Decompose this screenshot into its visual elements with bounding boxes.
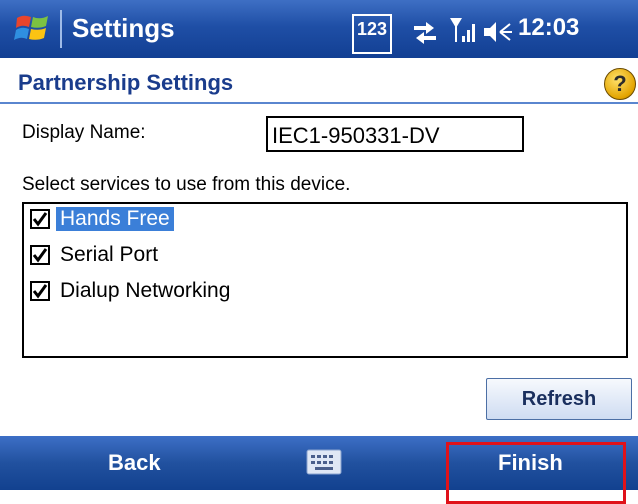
services-prompt: Select services to use from this device. — [22, 174, 351, 195]
serial-port-checkbox[interactable] — [30, 245, 50, 265]
checkmark-icon — [32, 212, 48, 227]
connectivity-icon[interactable] — [410, 14, 440, 50]
input-mode-indicator[interactable]: 123 — [352, 14, 393, 54]
app-title: Settings — [72, 13, 175, 43]
help-icon[interactable]: ? — [604, 68, 636, 100]
display-name-field[interactable]: IEC1-950331-DV — [266, 116, 524, 152]
back-softkey[interactable]: Back — [108, 436, 161, 490]
checkmark-icon — [32, 248, 48, 263]
keyboard-icon[interactable] — [306, 448, 342, 476]
checkmark-icon — [32, 284, 48, 299]
title-bar: Settings 123 12:03 — [0, 0, 638, 58]
service-label: Hands Free — [56, 207, 174, 231]
windows-start-icon[interactable] — [14, 10, 52, 48]
header-divider — [0, 102, 638, 104]
page-title: Partnership Settings — [18, 70, 234, 95]
display-name-label: Display Name: — [22, 122, 146, 143]
dialup-networking-checkbox[interactable] — [30, 281, 50, 301]
service-label: Serial Port — [60, 243, 159, 266]
title-separator — [60, 10, 62, 48]
finish-highlight-box — [446, 442, 626, 504]
refresh-button[interactable]: Refresh — [486, 378, 632, 420]
service-label: Dialup Networking — [60, 279, 231, 302]
signal-strength-icon[interactable] — [448, 12, 478, 48]
services-list[interactable]: Hands Free Serial Port Dialup Networking — [22, 202, 628, 358]
speaker-volume-icon[interactable] — [482, 14, 514, 50]
hands-free-checkbox[interactable] — [30, 209, 50, 229]
clock[interactable]: 12:03 — [518, 14, 579, 50]
